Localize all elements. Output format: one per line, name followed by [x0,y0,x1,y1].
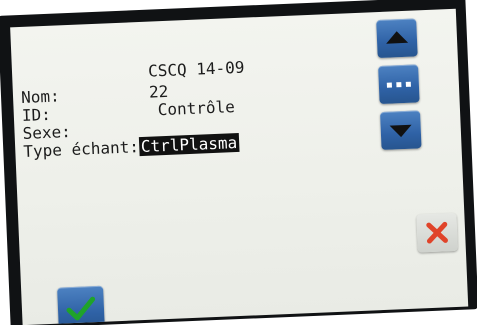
close-icon [426,221,448,244]
arrow-down-icon [389,124,412,138]
scroll-up-button[interactable] [376,18,418,59]
confirm-button[interactable] [57,285,105,325]
sample-code: CSCQ 14-09 [147,57,245,81]
photo-frame: CSCQ 14-09 Nom: 22 ID: Contrôle Sexe: Ty… [0,0,477,325]
device-bezel: CSCQ 14-09 Nom: 22 ID: Contrôle Sexe: Ty… [0,0,477,325]
field-label-nom: Nom: [20,86,60,108]
more-options-button[interactable] [378,64,420,105]
touchscreen: CSCQ 14-09 Nom: 22 ID: Contrôle Sexe: Ty… [10,8,469,325]
field-label-type-echant: Type échant: [22,137,140,161]
field-value-type-echant[interactable]: CtrlPlasma [138,132,240,157]
scroll-down-button[interactable] [380,110,422,150]
cancel-button[interactable] [416,212,458,253]
arrow-up-icon [386,31,409,44]
field-row-nom: Nom: 22 [20,82,169,108]
field-value-nom[interactable]: 22 [149,82,169,102]
checkmark-icon [66,296,96,321]
field-value-id[interactable]: Contrôle [157,97,235,119]
ellipsis-icon [386,81,411,88]
